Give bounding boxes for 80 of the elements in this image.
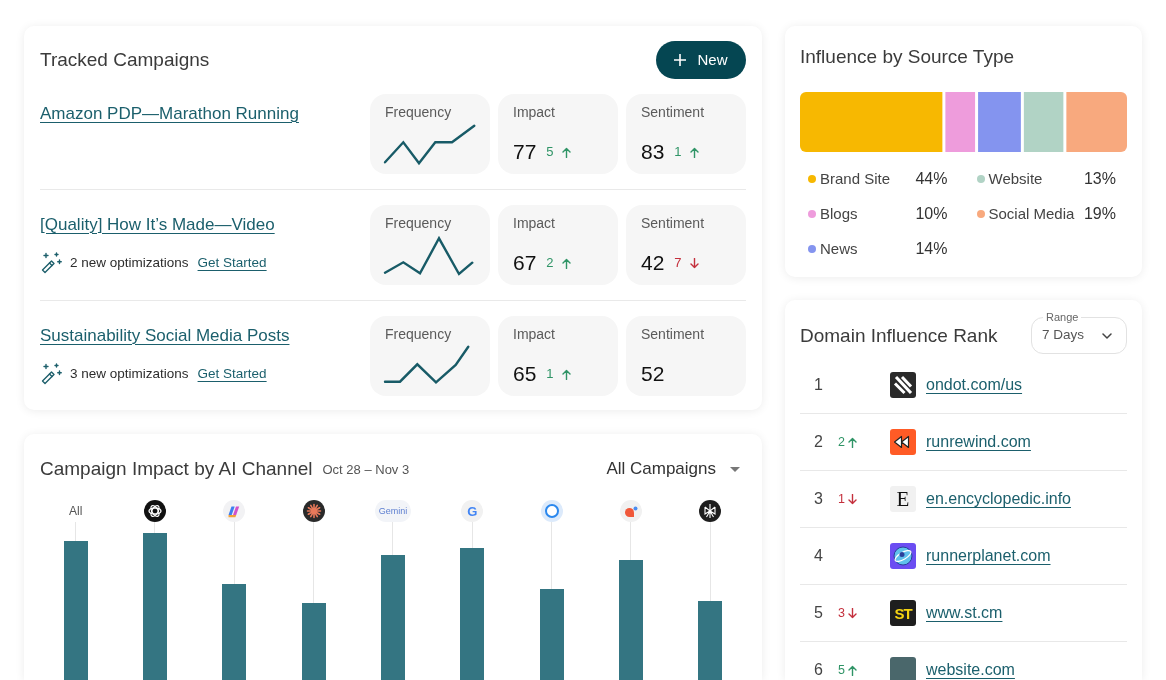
letter-logo: ST <box>890 600 916 626</box>
domain-link[interactable]: en.encyclopedic.info <box>926 490 1071 508</box>
letter-logo: E <box>890 486 916 512</box>
campaign-link[interactable]: [Quality] How It’s Made—Video <box>40 214 275 236</box>
magic-wand-icon <box>40 252 62 274</box>
striped-logo-icon <box>890 372 916 398</box>
metric-change: 1 <box>674 144 682 160</box>
campaign-filter-dropdown[interactable]: All Campaigns <box>606 458 740 480</box>
legend-value: 10% <box>914 203 948 224</box>
metric-value: 77 <box>513 140 537 164</box>
metric-label: Frequency <box>385 214 452 232</box>
date-range: Oct 28 – Nov 3 <box>322 461 410 480</box>
metric-value: 65 <box>513 362 537 386</box>
legend-value: 13% <box>1082 168 1116 189</box>
metric-value: 42 <box>641 251 665 275</box>
get-started-link[interactable]: Get Started <box>197 365 267 383</box>
new-button[interactable]: New <box>656 41 746 79</box>
starburst-logo-icon <box>302 500 325 522</box>
plus-icon <box>674 54 687 66</box>
optimizations-count: 2 new optimizations <box>70 254 189 272</box>
legend-label: Blogs <box>820 203 858 224</box>
metric-label: Impact <box>513 214 555 232</box>
metric-change: 1 <box>546 366 554 382</box>
domain-link[interactable]: runrewind.com <box>926 433 1031 451</box>
metric-value: 52 <box>641 362 665 386</box>
rewind-logo-icon <box>890 429 916 455</box>
metric-value: 83 <box>641 140 665 164</box>
ring-logo-icon <box>540 500 563 522</box>
campaign-link[interactable]: Amazon PDP—Marathon Running <box>40 103 299 125</box>
rank-number: 5 <box>814 604 823 621</box>
get-started-link[interactable]: Get Started <box>197 254 267 272</box>
legend-value: 19% <box>1082 203 1116 224</box>
metric-label: Impact <box>513 325 555 343</box>
metric-value: 67 <box>513 251 537 275</box>
legend-value: 14% <box>914 238 948 259</box>
domain-link[interactable]: runnerplanet.com <box>926 547 1051 565</box>
metric-label: Frequency <box>385 325 452 343</box>
campaign-link[interactable]: Sustainability Social Media Posts <box>40 325 290 347</box>
rank-change: 2 <box>838 434 845 450</box>
range-label: Range <box>1043 310 1082 324</box>
legend-label: Brand Site <box>820 168 891 189</box>
geometric-logo-icon <box>699 500 722 522</box>
planet-logo-icon <box>890 543 916 569</box>
rank-change: 5 <box>838 662 845 678</box>
rank-change: 3 <box>838 605 845 621</box>
chevron-down-icon <box>1102 332 1112 339</box>
caret-down-icon <box>730 466 740 472</box>
optimizations-count: 3 new optimizations <box>70 365 189 383</box>
legend-value: 44% <box>914 168 948 189</box>
rank-number: 1 <box>814 376 823 393</box>
metric-label: Sentiment <box>641 325 705 343</box>
rank-change: 1 <box>838 491 845 507</box>
metric-label: Sentiment <box>641 214 705 232</box>
rank-number: 6 <box>814 661 823 678</box>
legend-label: Social Media <box>988 203 1075 224</box>
ribbon-logo-icon <box>223 500 246 522</box>
card-title: Influence by Source Type <box>800 45 1016 69</box>
metric-change: 5 <box>546 144 554 160</box>
channel-label: All <box>69 503 83 520</box>
card-title: Domain Influence Rank <box>800 323 998 348</box>
metric-label: Frequency <box>385 103 452 121</box>
knot-logo-icon <box>144 500 166 522</box>
square-logo-icon <box>890 657 916 680</box>
rank-number: 3 <box>814 490 823 507</box>
domain-link[interactable]: www.st.cm <box>926 604 1003 622</box>
legend-label: News <box>820 238 858 259</box>
magic-wand-icon <box>40 363 62 385</box>
letter-logo: G <box>461 500 484 522</box>
domain-link[interactable]: website.com <box>926 661 1015 679</box>
domain-link[interactable]: ondot.com/us <box>926 376 1023 394</box>
metric-change: 2 <box>546 255 554 271</box>
card-title: Tracked Campaigns <box>40 48 210 72</box>
rank-number: 2 <box>814 433 823 450</box>
card-title: Campaign Impact by AI Channel <box>40 457 313 481</box>
metric-change: 7 <box>674 255 682 271</box>
rank-number: 4 <box>814 547 823 564</box>
metric-label: Sentiment <box>641 103 705 121</box>
legend-label: Website <box>988 168 1043 189</box>
metric-label: Impact <box>513 103 555 121</box>
wordmark-logo: Gemini <box>374 500 412 522</box>
